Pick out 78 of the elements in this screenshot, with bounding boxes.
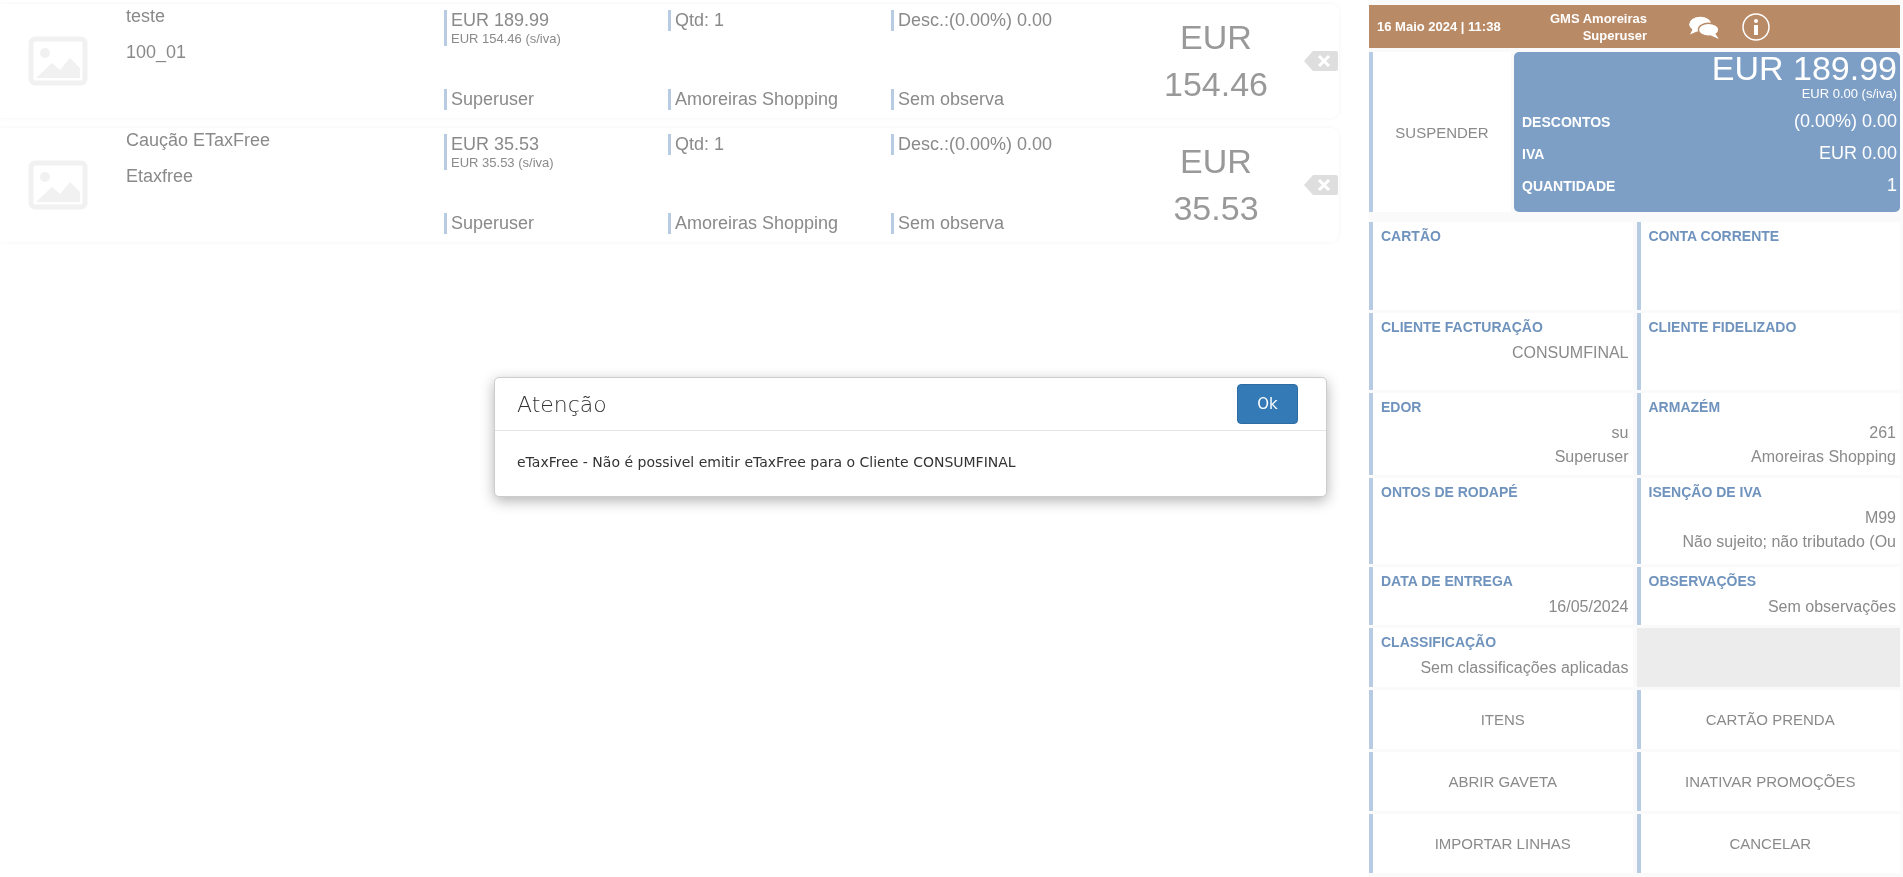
info-label: OBSERVAÇÕES — [1648, 573, 1757, 589]
unit-price: EUR 189.99 — [451, 10, 551, 31]
info-value: M99 — [1864, 508, 1896, 528]
action-button[interactable]: CARTÃO PRENDA — [1636, 690, 1900, 749]
line-total-currency: EUR — [1180, 18, 1252, 57]
info-label: ARMAZÉM — [1648, 399, 1721, 415]
suspend-button[interactable]: SUSPENDER — [1369, 52, 1511, 212]
line-discount: Desc.:(0.00%) 0.00 — [898, 10, 1054, 31]
line-total: 154.46 — [1164, 65, 1268, 104]
info-cell[interactable]: CLIENTE FACTURAÇÃO CONSUMFINAL — [1369, 313, 1633, 390]
line-notes: Sem observa — [891, 89, 1141, 110]
info-label: DATA DE ENTREGA — [1381, 573, 1513, 589]
product-code: 100_01 — [126, 42, 188, 63]
line-total: 35.53 — [1173, 189, 1259, 228]
info-cell[interactable]: CLASSIFICAÇÃO Sem classificações aplicadas — [1369, 628, 1633, 687]
info-value: Amoreiras Shopping — [1751, 447, 1896, 467]
dialog-title: Atenção — [517, 391, 607, 417]
line-quantity: Qtd: 1 — [675, 10, 726, 31]
store-name: GMS Amoreiras — [1549, 10, 1647, 26]
line-discount: Desc.:(0.00%) 0.00 — [898, 134, 1054, 155]
info-value: 16/05/2024 — [1548, 597, 1629, 617]
unit-price-net: EUR 154.46 (s/iva) — [451, 31, 562, 46]
info-icon[interactable] — [1741, 11, 1771, 42]
info-value: Não sujeito; não tributado (Ou — [1682, 532, 1896, 552]
info-cell[interactable]: CARTÃO — [1369, 222, 1633, 310]
line-user: Superuser — [444, 213, 668, 234]
date-time: 16 Maio 2024 | 11:38 — [1377, 19, 1502, 34]
order-line-card[interactable]: teste 100_01 EUR 189.99 EUR 154.46 (s/iva) Superuser Qtd: 1 Amoreiras Shopping Desc.:(0.00%) 0.00 Sem observa EUR 154.46 — [0, 4, 1339, 118]
ok-button[interactable]: Ok — [1237, 384, 1298, 424]
unit-price-net: EUR 35.53 (s/iva) — [451, 155, 555, 170]
info-label: CARTÃO — [1381, 228, 1441, 244]
info-cell[interactable]: DATA DE ENTREGA 16/05/2024 — [1369, 567, 1633, 625]
action-button[interactable]: ITENS — [1369, 690, 1633, 749]
line-store: Amoreiras Shopping — [668, 89, 891, 110]
line-notes: Sem observa — [891, 213, 1141, 234]
line-user: Superuser — [444, 89, 668, 110]
info-label: ISENÇÃO DE IVA — [1648, 484, 1762, 500]
line-store: Amoreiras Shopping — [668, 213, 891, 234]
action-button[interactable]: INATIVAR PROMOÇÕES — [1636, 752, 1900, 811]
info-cell[interactable]: ONTOS DE RODAPÉ — [1369, 478, 1633, 564]
totals-value: 1 — [1887, 175, 1897, 196]
dialog-message: eTaxFree - Não é possivel emitir eTaxFree para o Cliente CONSUMFINAL — [517, 454, 1016, 470]
info-label: CLIENTE FIDELIZADO — [1648, 319, 1797, 335]
info-value: CONSUMFINAL — [1512, 343, 1629, 363]
product-name: teste — [126, 6, 167, 27]
info-label: ONTOS DE RODAPÉ — [1381, 484, 1518, 500]
totals-label: IVA — [1522, 146, 1545, 162]
info-value: Superuser — [1554, 447, 1629, 467]
action-button[interactable]: IMPORTAR LINHAS — [1369, 814, 1633, 873]
grand-total: EUR 189.99 — [1710, 52, 1897, 84]
totals-label: QUANTIDADE — [1522, 178, 1616, 194]
product-name: Caução ETaxFree — [126, 130, 272, 151]
totals-value: EUR 0.00 — [1818, 143, 1897, 164]
line-total-currency: EUR — [1180, 142, 1252, 181]
totals-value: (0.00%) 0.00 — [1793, 111, 1897, 132]
info-value: su — [1611, 423, 1629, 443]
info-cell[interactable]: CONTA CORRENTE — [1636, 222, 1900, 310]
info-cell[interactable]: CLIENTE FIDELIZADO — [1636, 313, 1900, 390]
action-button[interactable]: ABRIR GAVETA — [1369, 752, 1633, 811]
info-value: Sem classificações aplicadas — [1420, 658, 1629, 678]
info-value: 261 — [1869, 423, 1896, 443]
info-cell[interactable]: ISENÇÃO DE IVA M99 Não sujeito; não tributado (Ou — [1636, 478, 1900, 564]
info-label: CLIENTE FACTURAÇÃO — [1381, 319, 1543, 335]
grand-total-net: EUR 0.00 (s/iva) — [1800, 86, 1897, 101]
action-button[interactable]: CANCELAR — [1636, 814, 1900, 873]
unit-price: EUR 35.53 — [451, 134, 541, 155]
info-label: EDOR — [1381, 399, 1422, 415]
totals-label: DESCONTOS — [1522, 114, 1611, 130]
product-code: Etaxfree — [126, 166, 195, 187]
info-cell[interactable]: ARMAZÉM 261 Amoreiras Shopping — [1636, 393, 1900, 475]
info-label: CLASSIFICAÇÃO — [1381, 634, 1497, 650]
info-value: Sem observações — [1767, 597, 1896, 617]
user-name: Superuser — [1582, 27, 1647, 43]
info-cell[interactable]: EDOR su Superuser — [1369, 393, 1633, 475]
info-cell[interactable]: OBSERVAÇÕES Sem observações — [1636, 567, 1900, 625]
info-label: CONTA CORRENTE — [1648, 228, 1780, 244]
order-line-card[interactable]: Caução ETaxFree Etaxfree EUR 35.53 EUR 35.53 (s/iva) Superuser Qtd: 1 Amoreiras Shopping Desc.:(0.00%) 0.00 Sem observa EUR 35.53 — [0, 128, 1339, 242]
line-quantity: Qtd: 1 — [675, 134, 726, 155]
